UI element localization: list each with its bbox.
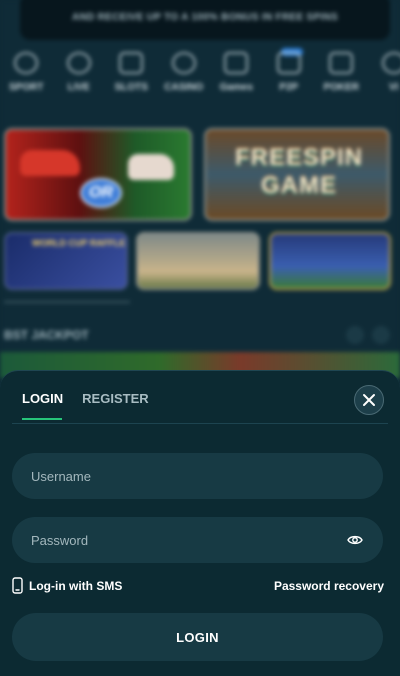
password-recovery-link[interactable]: Password recovery	[274, 579, 384, 593]
poker-dice-icon	[329, 52, 354, 74]
nav-item-p2p: P2P	[263, 48, 316, 104]
p2p-icon	[276, 52, 301, 74]
tab-login[interactable]: LOGIN	[22, 391, 63, 420]
casino-chip-icon	[171, 52, 196, 74]
chevron-right-icon	[372, 326, 390, 344]
live-signal-icon	[66, 52, 91, 74]
close-button[interactable]	[354, 385, 384, 415]
login-sheet: LOGIN REGISTER Log-in with SMS Password …	[0, 370, 400, 676]
promo-banner: AND RECEIVE UP TO A 100% BONUS IN FREE S…	[20, 0, 390, 40]
promo-tile-freespin: FREESPIN GAME	[204, 128, 390, 221]
chevron-left-icon	[346, 326, 364, 344]
promo-banner-text: AND RECEIVE UP TO A 100% BONUS IN FREE S…	[71, 11, 339, 23]
close-icon	[363, 394, 375, 406]
nav-item-games: Games	[210, 52, 263, 104]
car-image	[20, 150, 80, 176]
vip-icon	[381, 52, 400, 74]
nav-item-poker: POKER	[315, 52, 368, 104]
promo-tile-worldcup: WORLD CUP RAFFLE	[4, 232, 128, 290]
freespin-title: FREESPIN GAME	[234, 144, 364, 199]
eye-icon	[347, 535, 364, 545]
nav-label: Games	[219, 82, 253, 93]
nav-label: POKER	[323, 82, 360, 93]
slot-machine-icon	[119, 52, 144, 74]
username-input[interactable]	[31, 468, 364, 484]
nav-label: LIVE	[67, 82, 90, 93]
nav-label: SPORT	[9, 82, 44, 93]
tab-divider	[12, 423, 388, 424]
worldcup-title: WORLD CUP RAFFLE	[32, 238, 126, 248]
password-field[interactable]	[12, 517, 383, 563]
username-field[interactable]	[12, 453, 383, 499]
nav-label: VI	[389, 82, 399, 93]
jackpot-title: BST JACKPOT	[4, 328, 89, 342]
nav-item-vip: VI	[368, 52, 400, 104]
login-with-sms-link[interactable]: Log-in with SMS	[12, 577, 122, 594]
nav-item-sport: SPORT	[0, 52, 53, 104]
car-image	[128, 154, 174, 180]
nav-label: CASINO	[164, 82, 204, 93]
promo-tile-cars: OR	[4, 128, 192, 221]
show-password-button[interactable]	[347, 531, 364, 549]
games-icon	[224, 52, 249, 74]
phone-icon	[12, 577, 23, 594]
promo-tile-stadium	[136, 232, 260, 290]
nav-label: SLOTS	[114, 82, 148, 93]
nav-item-casino: CASINO	[158, 52, 211, 104]
sms-link-label: Log-in with SMS	[29, 578, 123, 593]
or-badge: OR	[80, 178, 122, 208]
nav-label: P2P	[279, 82, 299, 93]
soccer-ball-icon	[14, 52, 39, 74]
auth-tabs: LOGIN REGISTER	[22, 391, 149, 420]
promo-tile-game	[269, 232, 391, 290]
login-button[interactable]: LOGIN	[12, 613, 383, 661]
tab-register[interactable]: REGISTER	[82, 391, 148, 420]
nav-item-slots: SLOTS	[105, 52, 158, 104]
nav-item-live: LIVE	[53, 52, 106, 104]
section-divider	[4, 301, 130, 303]
password-input[interactable]	[31, 532, 347, 548]
category-nav: SPORT LIVE SLOTS CASINO Games P2P POKER	[0, 48, 400, 104]
